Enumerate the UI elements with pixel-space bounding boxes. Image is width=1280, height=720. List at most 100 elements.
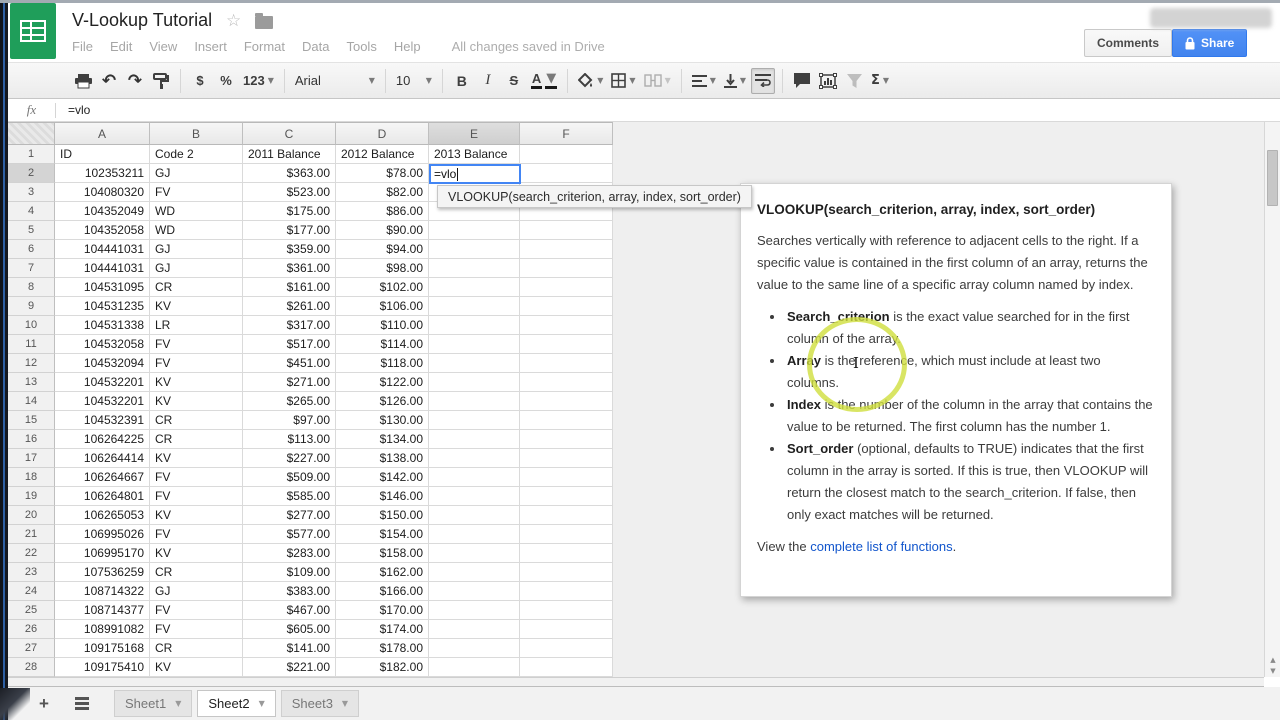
- cell-D16[interactable]: $134.00: [336, 430, 429, 449]
- cell-F8[interactable]: [520, 278, 613, 297]
- percent-format-button[interactable]: %: [214, 68, 238, 94]
- sheets-logo-icon[interactable]: [10, 3, 56, 59]
- cell-D26[interactable]: $174.00: [336, 620, 429, 639]
- text-wrap-button[interactable]: [751, 67, 776, 94]
- filter-button[interactable]: [842, 68, 866, 94]
- row-header-25[interactable]: 25: [8, 601, 55, 620]
- cell-A20[interactable]: 106265053: [55, 506, 150, 525]
- cell-F10[interactable]: [520, 316, 613, 335]
- cell-E6[interactable]: [429, 240, 520, 259]
- cell-D6[interactable]: $94.00: [336, 240, 429, 259]
- cell-A22[interactable]: 106995170: [55, 544, 150, 563]
- cell-E5[interactable]: [429, 221, 520, 240]
- column-header-C[interactable]: C: [243, 122, 336, 145]
- menu-help[interactable]: Help: [394, 39, 421, 54]
- cell-E11[interactable]: [429, 335, 520, 354]
- cell-B13[interactable]: KV: [150, 373, 243, 392]
- row-header-28[interactable]: 28: [8, 658, 55, 677]
- cell-A15[interactable]: 104532391: [55, 411, 150, 430]
- cell-D3[interactable]: $82.00: [336, 183, 429, 202]
- cell-E28[interactable]: [429, 658, 520, 677]
- cell-E26[interactable]: [429, 620, 520, 639]
- cell-E12[interactable]: [429, 354, 520, 373]
- cell-D15[interactable]: $130.00: [336, 411, 429, 430]
- sheet-tab-sheet2[interactable]: Sheet2 ▼: [197, 690, 276, 717]
- active-cell-E2[interactable]: =vlo: [429, 164, 521, 184]
- cell-B19[interactable]: FV: [150, 487, 243, 506]
- cell-E23[interactable]: [429, 563, 520, 582]
- cell-C14[interactable]: $265.00: [243, 392, 336, 411]
- column-header-B[interactable]: B: [150, 122, 243, 145]
- cell-A13[interactable]: 104532201: [55, 373, 150, 392]
- menu-edit[interactable]: Edit: [110, 39, 132, 54]
- italic-button[interactable]: I: [476, 68, 500, 94]
- cell-F12[interactable]: [520, 354, 613, 373]
- cell-C15[interactable]: $97.00: [243, 411, 336, 430]
- cell-C9[interactable]: $261.00: [243, 297, 336, 316]
- cell-E10[interactable]: [429, 316, 520, 335]
- cell-C21[interactable]: $577.00: [243, 525, 336, 544]
- number-format-button[interactable]: 123 ▼: [240, 68, 277, 94]
- cell-B18[interactable]: FV: [150, 468, 243, 487]
- cell-E19[interactable]: [429, 487, 520, 506]
- cell-D28[interactable]: $182.00: [336, 658, 429, 677]
- cell-F1[interactable]: [520, 145, 613, 164]
- cell-C13[interactable]: $271.00: [243, 373, 336, 392]
- cell-C1[interactable]: 2011 Balance: [243, 145, 336, 164]
- cell-B7[interactable]: GJ: [150, 259, 243, 278]
- cell-B9[interactable]: KV: [150, 297, 243, 316]
- row-header-9[interactable]: 9: [8, 297, 55, 316]
- share-button[interactable]: Share: [1172, 29, 1248, 57]
- column-header-F[interactable]: F: [520, 122, 613, 145]
- sheet-tab-sheet3[interactable]: Sheet3 ▼: [280, 690, 360, 717]
- vertical-scrollbar-thumb[interactable]: [1267, 150, 1278, 206]
- row-header-16[interactable]: 16: [8, 430, 55, 449]
- vertical-align-button[interactable]: ▼: [721, 68, 749, 94]
- menu-insert[interactable]: Insert: [194, 39, 227, 54]
- cell-B11[interactable]: FV: [150, 335, 243, 354]
- cell-B16[interactable]: CR: [150, 430, 243, 449]
- column-header-A[interactable]: A: [55, 122, 150, 145]
- row-header-2[interactable]: 2: [8, 164, 55, 183]
- cell-A24[interactable]: 108714322: [55, 582, 150, 601]
- cell-D21[interactable]: $154.00: [336, 525, 429, 544]
- cell-B27[interactable]: CR: [150, 639, 243, 658]
- cell-E21[interactable]: [429, 525, 520, 544]
- cell-E25[interactable]: [429, 601, 520, 620]
- font-family-select[interactable]: Arial ▼: [292, 68, 378, 94]
- star-icon[interactable]: ☆: [226, 11, 241, 31]
- cell-D10[interactable]: $110.00: [336, 316, 429, 335]
- row-header-17[interactable]: 17: [8, 449, 55, 468]
- cell-D19[interactable]: $146.00: [336, 487, 429, 506]
- horizontal-scrollbar[interactable]: [8, 677, 1264, 687]
- cell-C27[interactable]: $141.00: [243, 639, 336, 658]
- paint-format-button[interactable]: [149, 68, 173, 94]
- cell-F23[interactable]: [520, 563, 613, 582]
- select-all-corner[interactable]: [8, 122, 55, 145]
- cell-F22[interactable]: [520, 544, 613, 563]
- cell-B4[interactable]: WD: [150, 202, 243, 221]
- cell-D13[interactable]: $122.00: [336, 373, 429, 392]
- functions-button[interactable]: Σ ▼: [868, 68, 892, 94]
- cell-C22[interactable]: $283.00: [243, 544, 336, 563]
- cell-A25[interactable]: 108714377: [55, 601, 150, 620]
- cell-C19[interactable]: $585.00: [243, 487, 336, 506]
- cell-D12[interactable]: $118.00: [336, 354, 429, 373]
- cell-D23[interactable]: $162.00: [336, 563, 429, 582]
- text-color-button[interactable]: A ▼: [528, 68, 560, 94]
- cell-B1[interactable]: Code 2: [150, 145, 243, 164]
- cell-C10[interactable]: $317.00: [243, 316, 336, 335]
- currency-format-button[interactable]: $: [188, 68, 212, 94]
- row-header-22[interactable]: 22: [8, 544, 55, 563]
- cell-D24[interactable]: $166.00: [336, 582, 429, 601]
- chevron-down-icon[interactable]: ▼: [259, 699, 265, 708]
- cell-B12[interactable]: FV: [150, 354, 243, 373]
- cell-D20[interactable]: $150.00: [336, 506, 429, 525]
- cell-A16[interactable]: 106264225: [55, 430, 150, 449]
- cell-A11[interactable]: 104532058: [55, 335, 150, 354]
- cell-D7[interactable]: $98.00: [336, 259, 429, 278]
- cell-F7[interactable]: [520, 259, 613, 278]
- row-header-6[interactable]: 6: [8, 240, 55, 259]
- cell-E7[interactable]: [429, 259, 520, 278]
- row-header-11[interactable]: 11: [8, 335, 55, 354]
